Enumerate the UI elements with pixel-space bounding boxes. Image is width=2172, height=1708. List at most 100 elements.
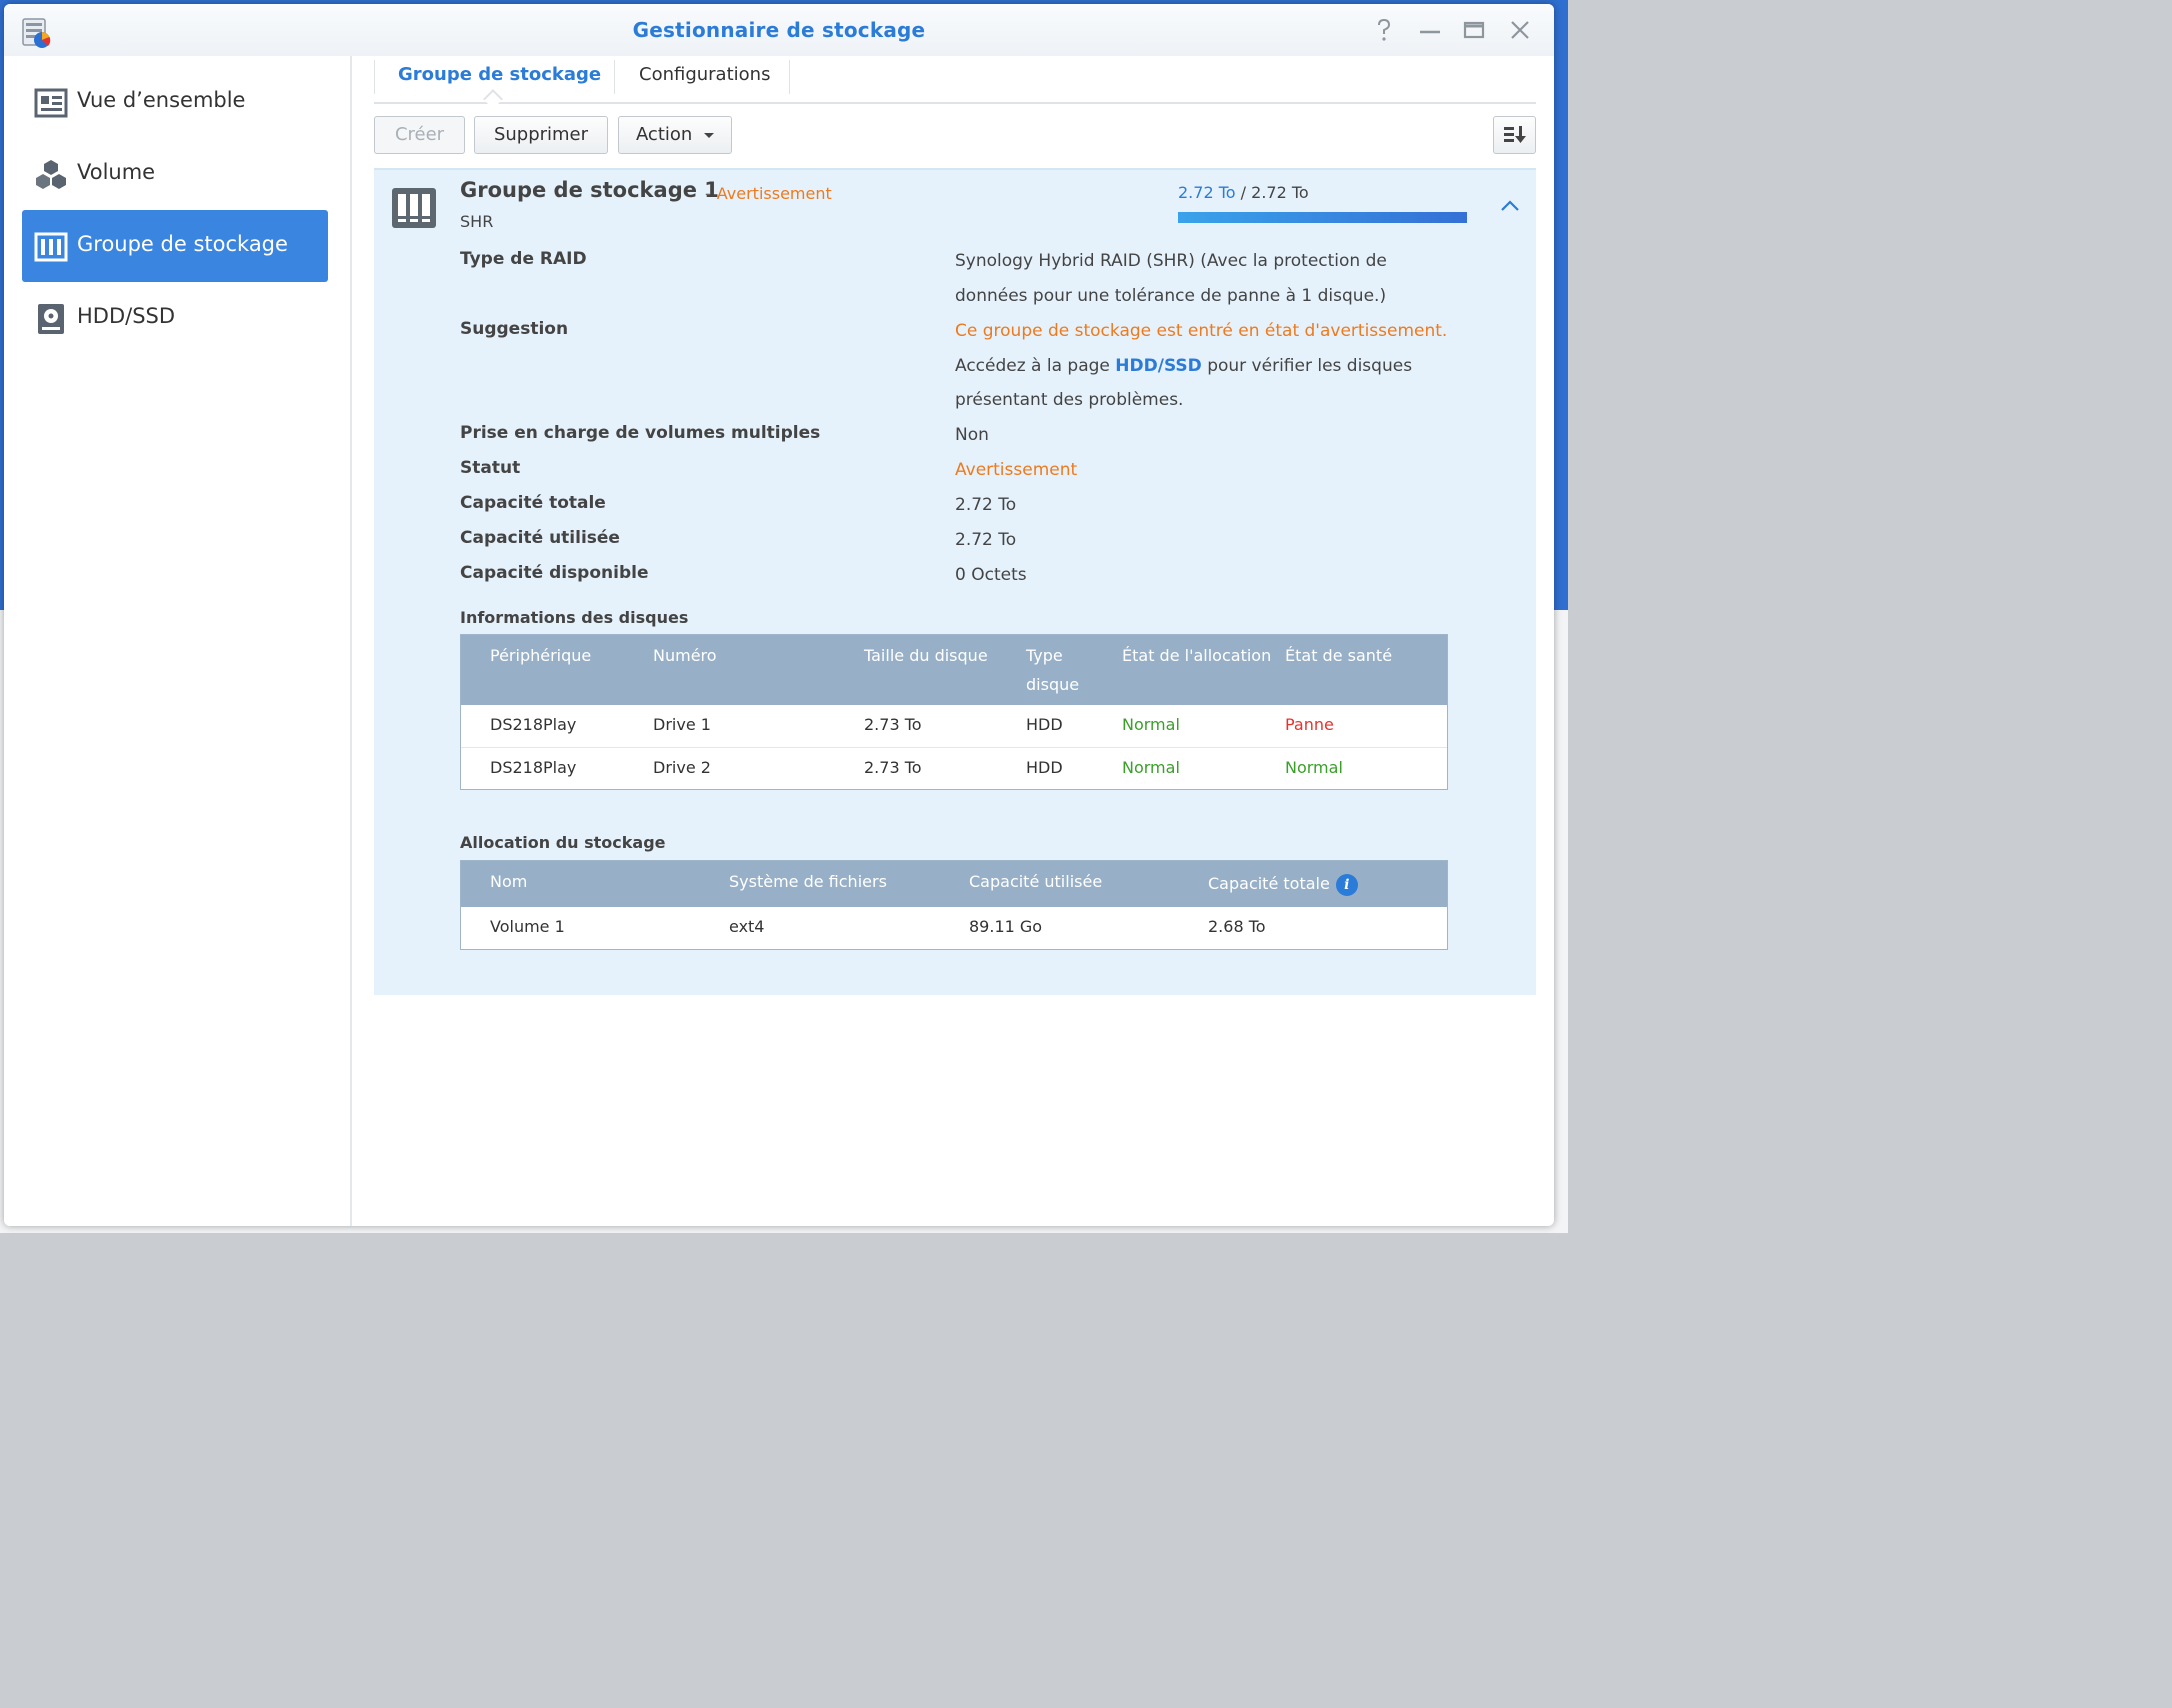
sidebar-item-storage-pool[interactable]: Groupe de stockage [22, 210, 328, 282]
column-header[interactable]: Périphérique [490, 641, 591, 670]
cell-size: 2.73 To [864, 715, 922, 734]
help-icon[interactable] [1370, 16, 1398, 44]
cell-type: HDD [1026, 715, 1063, 734]
cell-number: Drive 1 [653, 715, 711, 734]
allocation-table: Nom Système de fichiers Capacité utilisé… [460, 860, 1448, 950]
tab-configurations[interactable]: Configurations [639, 64, 770, 100]
column-header[interactable]: Type disque [1026, 641, 1079, 699]
sidebar-item-volume[interactable]: Volume [22, 138, 328, 210]
maximize-icon[interactable] [1460, 16, 1488, 44]
info-icon[interactable]: i [1335, 873, 1358, 896]
tab-bar: Groupe de stockage Configurations [374, 56, 1536, 109]
column-header[interactable]: Numéro [653, 641, 717, 670]
action-dropdown-button[interactable]: Action [618, 116, 732, 154]
property-label: Statut [460, 458, 521, 478]
property-label: Suggestion [460, 319, 569, 339]
property-value: Synology Hybrid RAID (SHR) (Avec la prot… [955, 251, 1387, 306]
pool-raid-type: SHR [460, 212, 494, 231]
cell-total-capacity: 2.68 To [1208, 917, 1266, 936]
cell-filesystem: ext4 [729, 917, 765, 936]
table-row[interactable]: DS218Play Drive 1 2.73 To HDD Normal Pan… [461, 705, 1447, 747]
column-header-line: disque [1026, 675, 1080, 694]
allocation-heading: Allocation du stockage [460, 833, 666, 852]
cell-allocation-status: Normal [1122, 758, 1180, 777]
property-value: 2.72 To [955, 495, 1017, 515]
usage-separator: / [1240, 183, 1247, 202]
chevron-up-icon[interactable] [1498, 196, 1522, 216]
storage-pool-icon [34, 232, 68, 262]
storage-manager-window: Gestionnaire de stockage Vue d’ensemble … [4, 4, 1554, 1226]
property-value: Avertissement [955, 460, 1078, 480]
cell-device: DS218Play [490, 715, 577, 734]
suggestion-warning: Ce groupe de stockage est entré en état … [955, 321, 1448, 341]
sidebar-item-overview[interactable]: Vue d’ensemble [22, 66, 328, 138]
cell-name: Volume 1 [490, 917, 565, 936]
table-row[interactable]: Volume 1 ext4 89.11 Go 2.68 To [461, 907, 1447, 949]
sidebar-item-hdd-ssd[interactable]: HDD/SSD [22, 282, 328, 354]
suggestion-text: Accédez à la page [955, 355, 1116, 376]
caret-down-icon [704, 132, 715, 138]
tab-storage-pool[interactable]: Groupe de stockage [398, 64, 601, 100]
property-label: Capacité utilisée [460, 528, 620, 548]
property-label: Capacité totale [460, 493, 606, 513]
title-separator: - [705, 184, 711, 203]
storage-pool-icon [392, 188, 436, 228]
usage-total: 2.72 To [1251, 183, 1309, 202]
cell-type: HDD [1026, 758, 1063, 777]
usage-bar-fill [1178, 212, 1467, 223]
cell-device: DS218Play [490, 758, 577, 777]
property-value: 0 Octets [955, 565, 1027, 585]
property-value: Ce groupe de stockage est entré en état … [955, 314, 1455, 418]
sidebar-item-label: Groupe de stockage [77, 232, 288, 256]
sidebar-item-label: HDD/SSD [77, 304, 176, 328]
column-header[interactable]: État de santé [1285, 641, 1392, 670]
tab-divider [374, 60, 375, 94]
column-header[interactable]: Nom [490, 867, 527, 896]
cell-used-capacity: 89.11 Go [969, 917, 1043, 936]
column-header-label: Capacité totale [1208, 874, 1330, 893]
sort-button[interactable] [1493, 116, 1536, 154]
column-header[interactable]: État de l'allocation [1122, 641, 1271, 670]
property-value: 2.72 To [955, 530, 1017, 550]
column-header[interactable]: Taille du disque [864, 641, 988, 670]
cell-number: Drive 2 [653, 758, 711, 777]
tab-divider [614, 60, 615, 94]
table-header: Nom Système de fichiers Capacité utilisé… [461, 861, 1447, 907]
sidebar-item-label: Vue d’ensemble [77, 88, 246, 112]
title-bar[interactable]: Gestionnaire de stockage [4, 4, 1554, 56]
usage-used: 2.72 To [1178, 183, 1236, 202]
pool-status-text: Avertissement [716, 184, 832, 203]
table-header: Périphérique Numéro Taille du disque Typ… [461, 635, 1447, 705]
sort-down-icon [1503, 126, 1526, 143]
column-header-line: Type [1026, 646, 1063, 665]
property-label: Capacité disponible [460, 563, 649, 583]
disk-info-heading: Informations des disques [460, 608, 689, 627]
close-icon[interactable] [1506, 16, 1534, 44]
property-label: Type de RAID [460, 249, 587, 269]
minimize-icon[interactable] [1416, 16, 1444, 44]
cell-health-status: Normal [1285, 758, 1343, 777]
overview-icon [34, 88, 68, 118]
cell-size: 2.73 To [864, 758, 922, 777]
pool-title: Groupe de stockage 1 [460, 178, 719, 202]
main-content: Groupe de stockage Configurations Créer … [374, 56, 1536, 1226]
disk-info-table: Périphérique Numéro Taille du disque Typ… [460, 634, 1448, 790]
table-row[interactable]: DS218Play Drive 2 2.73 To HDD Normal Nor… [461, 747, 1447, 790]
create-button[interactable]: Créer [374, 116, 465, 154]
property-value: Non [955, 425, 989, 445]
action-label: Action [635, 124, 693, 145]
cell-allocation-status: Normal [1122, 715, 1180, 734]
property-label: Prise en charge de volumes multiples [460, 423, 821, 443]
window-title: Gestionnaire de stockage [632, 18, 926, 42]
column-header[interactable]: Capacité totale i [1208, 869, 1358, 898]
storage-pool-panel[interactable]: Groupe de stockage 1 - Avertissement SHR … [374, 168, 1536, 995]
column-header[interactable]: Capacité utilisée [969, 867, 1102, 896]
usage-summary: 2.72 To / 2.72 To [1178, 183, 1309, 202]
column-header[interactable]: Système de fichiers [729, 867, 887, 896]
hdd-ssd-link[interactable]: HDD/SSD [1115, 356, 1202, 376]
cubes-icon [36, 160, 66, 189]
delete-button[interactable]: Supprimer [474, 116, 608, 154]
hdd-icon [38, 304, 64, 334]
sidebar: Vue d’ensemble Volume Groupe de stockage [4, 56, 352, 1226]
pool-status: - Avertissement [705, 184, 832, 203]
